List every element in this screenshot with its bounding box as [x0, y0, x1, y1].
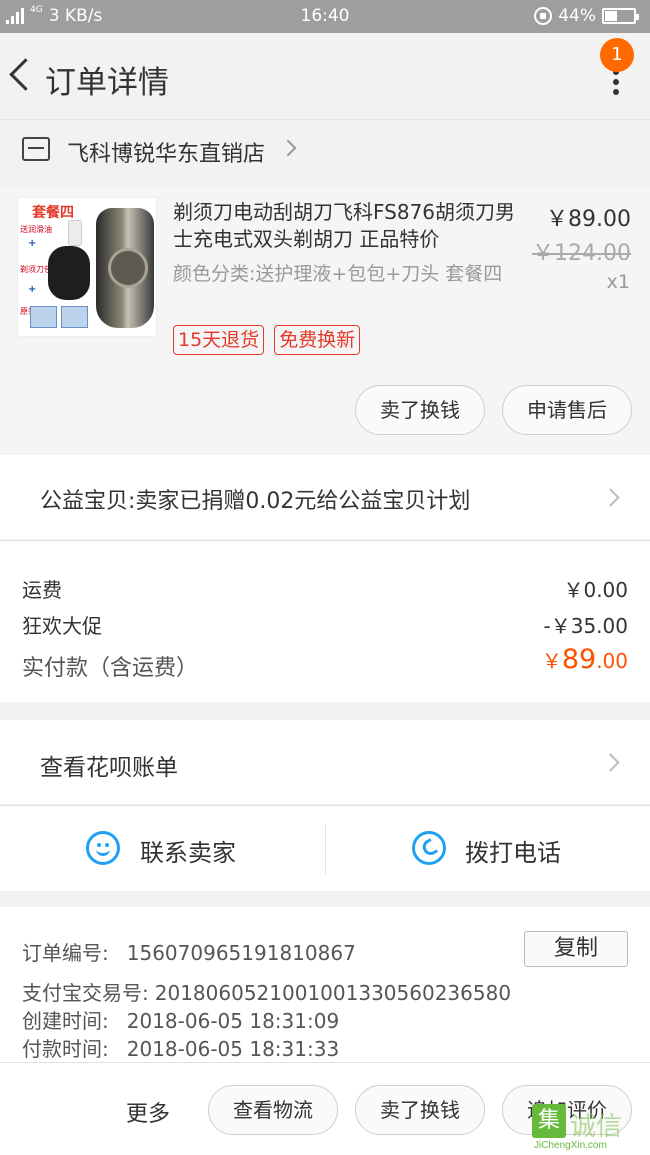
copy-button[interactable]: 复制	[524, 931, 628, 967]
huabei-text: 查看花呗账单	[40, 755, 178, 781]
contact-seller-label: 联系卖家	[140, 839, 236, 867]
battery-percent: 44%	[558, 6, 596, 26]
call-label: 拨打电话	[465, 839, 561, 867]
total-value: ￥89.00	[541, 644, 628, 675]
chat-smile-icon	[86, 831, 120, 865]
thumb-plus: +	[28, 284, 37, 295]
promo-value: -￥35.00	[543, 614, 628, 638]
created-value: 2018-06-05 18:31:09	[126, 1009, 340, 1033]
status-bar: 4G 3 KB/s 16:40 44%	[0, 0, 650, 33]
more-button[interactable]: 更多	[126, 1096, 170, 1128]
thumb-label: 套餐四	[32, 205, 74, 221]
view-logistics-button[interactable]: 查看物流	[208, 1085, 338, 1135]
resell-button[interactable]: 卖了换钱	[355, 1085, 485, 1135]
chevron-right-icon	[279, 139, 297, 157]
exchange-tag: 免费换新	[274, 325, 361, 355]
promo-label: 狂欢大促	[22, 614, 102, 638]
huabei-row[interactable]: 查看花呗账单	[0, 720, 650, 804]
product-price: ￥89.00	[546, 207, 631, 232]
blade-heads-graphic	[30, 306, 88, 328]
product-thumbnail[interactable]: 套餐四 送润滑油 + 剃须刀包 + 原装刀头	[17, 197, 157, 337]
chevron-right-icon	[601, 488, 620, 507]
product-title[interactable]: 剃须刀电动刮胡刀飞科FS876胡须刀男士充电式双头剃胡刀 正品特价	[173, 199, 523, 253]
fee-summary: 运费 ￥0.00 狂欢大促 -￥35.00 实付款（含运费） ￥89.00	[0, 540, 650, 702]
nav-bar: 订单详情 1	[0, 33, 650, 119]
watermark-logo: 集 诚信 JiChengXin.com	[532, 1104, 642, 1154]
alipay-no-value: 2018060521001001330560236580	[154, 981, 512, 1005]
order-no-label: 订单编号:	[22, 941, 109, 965]
thumb-note: 送润滑油	[20, 225, 52, 234]
total-label: 实付款（含运费）	[22, 656, 199, 681]
page-title: 订单详情	[45, 65, 169, 101]
call-button[interactable]: 拨打电话	[326, 806, 650, 892]
shipping-value: ￥0.00	[563, 578, 628, 602]
paid-value: 2018-06-05 18:31:33	[126, 1037, 340, 1061]
thumb-plus: +	[28, 238, 37, 249]
alipay-no-label: 支付宝交易号:	[22, 981, 149, 1005]
notification-badge: 1	[600, 38, 634, 72]
contact-bar: 联系卖家 拨打电话	[0, 805, 650, 891]
case-graphic	[48, 246, 90, 300]
shipping-label: 运费	[22, 578, 62, 602]
store-row[interactable]: 飞科博锐华东直销店	[0, 119, 650, 187]
return-tag: 15天退货	[173, 325, 265, 355]
paid-label: 付款时间:	[22, 1037, 109, 1061]
back-icon[interactable]	[6, 55, 34, 95]
after-sales-button[interactable]: 申请售后	[502, 385, 632, 435]
oil-bottle-graphic	[68, 220, 82, 246]
rotation-lock-icon	[534, 7, 553, 25]
resell-button[interactable]: 卖了换钱	[355, 385, 485, 435]
chevron-right-icon	[601, 753, 620, 772]
shaver-graphic	[96, 208, 154, 328]
product-variant: 颜色分类:送护理液+包包+刀头 套餐四	[173, 263, 503, 285]
original-price: ￥124.00	[532, 241, 631, 266]
phone-icon	[412, 831, 446, 865]
order-info: 订单编号: 156070965191810867 复制 支付宝交易号: 201806…	[0, 907, 650, 1077]
order-no-value: 156070965191810867	[126, 941, 356, 965]
created-label: 创建时间:	[22, 1009, 109, 1033]
product-quantity: x1	[606, 271, 630, 293]
charity-text: 公益宝贝:卖家已捐赠0.02元给公益宝贝计划	[40, 489, 471, 514]
battery-icon	[602, 8, 639, 24]
order-item: 套餐四 送润滑油 + 剃须刀包 + 原装刀头 剃须刀电动刮胡刀飞科FS876胡须…	[0, 187, 650, 453]
more-menu-icon[interactable]	[612, 69, 620, 95]
shop-icon	[22, 137, 50, 161]
contact-seller-button[interactable]: 联系卖家	[0, 806, 325, 892]
charity-row[interactable]: 公益宝贝:卖家已捐赠0.02元给公益宝贝计划	[0, 455, 650, 539]
store-name: 飞科博锐华东直销店	[67, 142, 266, 167]
